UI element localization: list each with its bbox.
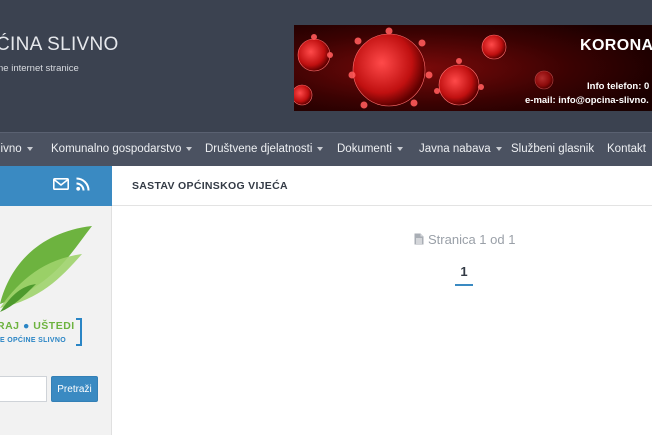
nav-item-opcina-slivno[interactable]: livno	[0, 133, 33, 166]
document-icon	[414, 233, 424, 245]
caret-down-icon	[396, 146, 403, 151]
banner-phone: Info telefon: 0	[587, 81, 650, 92]
pagination-page-1[interactable]: 1	[455, 258, 473, 286]
section-header: SASTAV OPĆINSKOG VIJEĆA	[112, 166, 652, 206]
nav-item-sluzbeni-glasnik[interactable]: Službeni glasnik	[511, 133, 594, 166]
search-input[interactable]	[0, 376, 47, 402]
corona-banner[interactable]: KORONA Info telefon: 0 e-mail: info@opci…	[294, 25, 652, 111]
nav-item-kontakt[interactable]: Kontakt	[607, 133, 646, 166]
banner-email: e-mail: info@opcina-slivno.	[525, 95, 649, 106]
caret-down-icon	[186, 146, 193, 151]
nav-item-javna-nabava[interactable]: Javna nabava	[419, 133, 502, 166]
nav-item-drustvene[interactable]: Društvene djelatnosti	[205, 133, 324, 166]
logo-bracket	[76, 318, 82, 346]
main-nav: livno Komunalno gospodarstvo Društvene d…	[0, 132, 652, 166]
site-subtitle: ne internet stranice	[0, 63, 79, 74]
caret-down-icon	[317, 146, 324, 151]
logo-subtext: E OPĆINE SLIVNO	[0, 337, 66, 344]
nav-item-dokumenti[interactable]: Dokumenti	[337, 133, 403, 166]
page-info: Stranica 1 od 1	[414, 232, 515, 247]
search-button[interactable]: Pretraži	[51, 376, 98, 402]
mail-icon[interactable]	[53, 178, 69, 190]
logo-slogan: RAJ ● UŠTEDI	[0, 320, 75, 332]
section-title: SASTAV OPĆINSKOG VIJEĆA	[132, 180, 288, 192]
site-header: ĆINA SLIVNO ne internet stranice KORONA …	[0, 0, 652, 132]
site-title[interactable]: ĆINA SLIVNO	[0, 34, 119, 56]
sidebar: RAJ ● UŠTEDI E OPĆINE SLIVNO Pretraži	[0, 166, 112, 435]
rss-icon[interactable]	[76, 177, 90, 191]
caret-down-icon	[26, 146, 33, 151]
leaf-logo-icon[interactable]	[0, 224, 100, 314]
sidebar-social-bar	[0, 166, 112, 206]
banner-title: KORONA	[580, 37, 652, 54]
main-content: SASTAV OPĆINSKOG VIJEĆA Stranica 1 od 1 …	[112, 166, 652, 435]
nav-item-komunalno[interactable]: Komunalno gospodarstvo	[51, 133, 193, 166]
caret-down-icon	[495, 146, 502, 151]
